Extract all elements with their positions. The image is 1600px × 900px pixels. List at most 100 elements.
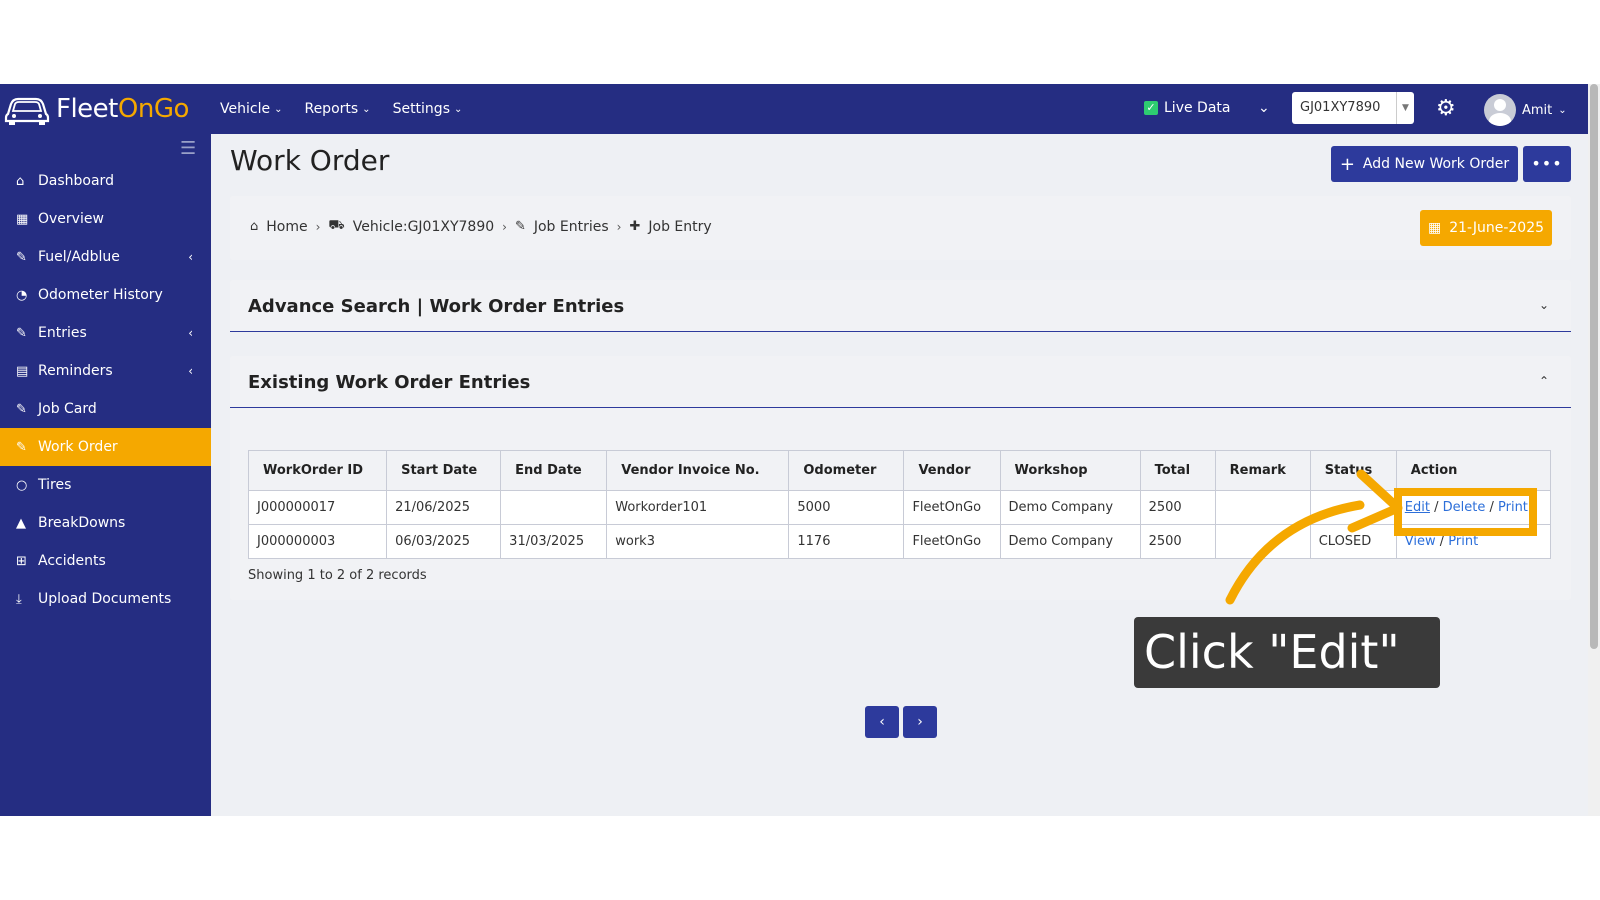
table-header-row: WorkOrder ID Start Date End Date Vendor Inv… <box>247 450 1552 491</box>
plus-square-icon: ⊞ <box>16 553 27 569</box>
sidebar-item-tires[interactable]: ○ Tires <box>0 466 211 504</box>
sidebar-item-fuel-adblue[interactable]: ✎ Fuel/Adblue ‹ <box>0 238 211 276</box>
brand-name-part2: OnGo <box>117 94 190 124</box>
breadcrumb-card: ⌂ Home › ⛟ Vehicle:GJ01XY7890 › ✎ Job En… <box>230 196 1571 260</box>
edit-icon: ✎ <box>16 249 27 265</box>
chevron-down-icon[interactable]: ⌄ <box>1539 298 1549 312</box>
edit-icon: ✎ <box>16 325 27 341</box>
sidebar-item-accidents[interactable]: ⊞ Accidents <box>0 542 211 580</box>
sidebar-item-entries[interactable]: ✎ Entries ‹ <box>0 314 211 352</box>
work-order-table: WorkOrder ID Start Date End Date Vendor Inv… <box>247 450 1552 559</box>
sidebar-item-work-order[interactable]: ✎ Work Order <box>0 428 211 466</box>
user-menu[interactable]: Amit ⌄ <box>1484 94 1567 126</box>
download-icon: ⤓ <box>16 591 22 607</box>
live-data-label: Live Data <box>1164 100 1231 116</box>
cell-id: J000000017 <box>247 490 388 525</box>
breadcrumb-job-entries[interactable]: Job Entries <box>534 219 609 235</box>
sidebar-item-label: Fuel/Adblue <box>38 249 120 265</box>
chevron-left-icon: ‹ <box>188 250 193 264</box>
main-menu: Vehicle ⌄ Reports ⌄ Settings ⌄ <box>220 84 462 134</box>
column-header[interactable]: Status <box>1309 450 1397 491</box>
advance-search-card: Advance Search | Work Order Entries ⌄ <box>230 280 1571 332</box>
scrollbar[interactable] <box>1588 84 1600 816</box>
chevron-down-icon: ⌄ <box>362 103 371 115</box>
add-new-work-order-button[interactable]: + Add New Work Order <box>1331 146 1518 182</box>
next-page-button[interactable]: › <box>903 706 937 738</box>
more-options-button[interactable]: ••• <box>1523 146 1571 182</box>
sidebar-item-label: Dashboard <box>38 173 114 189</box>
chevron-down-icon: ⌄ <box>453 103 463 115</box>
cell-status <box>1309 490 1397 525</box>
sidebar-item-overview[interactable]: ▦ Overview <box>0 200 211 238</box>
cell-invoice: work3 <box>606 524 790 559</box>
sidebar-item-reminders[interactable]: ▤ Reminders ‹ <box>0 352 211 390</box>
calendar-icon: ▦ <box>1427 220 1442 236</box>
breadcrumb: ⌂ Home › ⛟ Vehicle:GJ01XY7890 › ✎ Job En… <box>250 218 712 235</box>
cell-workshop: Demo Company <box>999 490 1141 525</box>
chevron-down-icon[interactable]: ⌄ <box>1258 100 1270 116</box>
brand-logo[interactable]: FleetOnGo <box>4 90 189 128</box>
advance-search-header[interactable]: Advance Search | Work Order Entries ⌄ <box>230 280 1571 332</box>
dropdown-arrow-icon[interactable]: ▼ <box>1396 92 1414 124</box>
prev-page-button[interactable]: ‹ <box>865 706 899 738</box>
column-header[interactable]: End Date <box>500 450 608 491</box>
live-data-toggle[interactable]: ✓ Live Data <box>1144 100 1230 116</box>
print-link[interactable]: Print <box>1448 534 1478 549</box>
menu-settings[interactable]: Settings ⌄ <box>393 101 463 117</box>
column-header[interactable]: Vendor Invoice No. <box>606 450 790 491</box>
user-name: Amit <box>1522 102 1553 118</box>
scrollbar-thumb[interactable] <box>1590 84 1598 649</box>
column-header[interactable]: WorkOrder ID <box>247 450 388 491</box>
sidebar-item-label: Reminders <box>38 363 113 379</box>
home-icon: ⌂ <box>16 173 25 189</box>
cell-workshop: Demo Company <box>999 524 1141 559</box>
breadcrumb-vehicle[interactable]: Vehicle:GJ01XY7890 <box>353 219 494 235</box>
sidebar-item-odometer-history[interactable]: ◔ Odometer History <box>0 276 211 314</box>
brand-name-part1: Fleet <box>56 94 118 124</box>
column-header[interactable]: Workshop <box>999 450 1141 491</box>
sidebar-item-breakdowns[interactable]: ▲ BreakDowns <box>0 504 211 542</box>
add-new-work-order-label: Add New Work Order <box>1362 156 1510 172</box>
column-header[interactable]: Action <box>1395 450 1552 491</box>
existing-entries-header[interactable]: Existing Work Order Entries ⌃ <box>230 356 1571 408</box>
vehicle-select[interactable]: GJ01XY7890 ▼ <box>1292 92 1414 124</box>
chevron-down-icon: ⌄ <box>274 103 283 115</box>
menu-vehicle[interactable]: Vehicle ⌄ <box>220 101 282 117</box>
edit-icon: ✎ <box>16 401 27 417</box>
chevron-right-icon: › <box>616 219 622 234</box>
cell-remark <box>1214 490 1311 525</box>
cell-odometer: 1176 <box>788 524 905 559</box>
menu-reports[interactable]: Reports ⌄ <box>304 101 370 117</box>
vehicle-select-value: GJ01XY7890 <box>1300 100 1381 115</box>
column-header[interactable]: Start Date <box>386 450 502 491</box>
column-header[interactable]: Remark <box>1214 450 1311 491</box>
chevron-left-icon: ‹ <box>188 364 193 378</box>
view-link[interactable]: View <box>1405 534 1436 549</box>
column-header[interactable]: Vendor <box>903 450 1001 491</box>
cell-end <box>500 490 608 525</box>
instruction-callout: Click "Edit" <box>1134 617 1440 688</box>
hamburger-icon[interactable]: ☰ <box>180 138 196 159</box>
cell-vendor: FleetOnGo <box>903 490 1001 525</box>
sidebar-item-label: Tires <box>38 477 72 493</box>
calendar-icon: ▤ <box>16 363 29 379</box>
plus-icon: ✚ <box>629 219 641 234</box>
column-header[interactable]: Odometer <box>788 450 905 491</box>
chevron-up-icon[interactable]: ⌃ <box>1539 374 1549 388</box>
date-button[interactable]: ▦ 21-June-2025 <box>1420 210 1552 246</box>
cell-start: 21/06/2025 <box>386 490 502 525</box>
sidebar-item-dashboard[interactable]: ⌂ Dashboard <box>0 162 211 200</box>
checkbox-checked-icon[interactable]: ✓ <box>1144 101 1158 115</box>
menu-vehicle-label: Vehicle <box>220 101 271 117</box>
sidebar-item-job-card[interactable]: ✎ Job Card <box>0 390 211 428</box>
cell-status: CLOSED <box>1309 524 1397 559</box>
sidebar-item-upload-documents[interactable]: ⤓ Upload Documents <box>0 580 211 618</box>
breadcrumb-home[interactable]: Home <box>266 219 307 235</box>
cell-remark <box>1214 524 1311 559</box>
sidebar-item-label: Accidents <box>38 553 106 569</box>
cell-start: 06/03/2025 <box>386 524 502 559</box>
column-header[interactable]: Total <box>1139 450 1216 491</box>
records-summary: Showing 1 to 2 of 2 records <box>248 568 427 583</box>
date-button-label: 21-June-2025 <box>1449 220 1545 236</box>
gear-icon[interactable]: ⚙ <box>1436 96 1456 121</box>
